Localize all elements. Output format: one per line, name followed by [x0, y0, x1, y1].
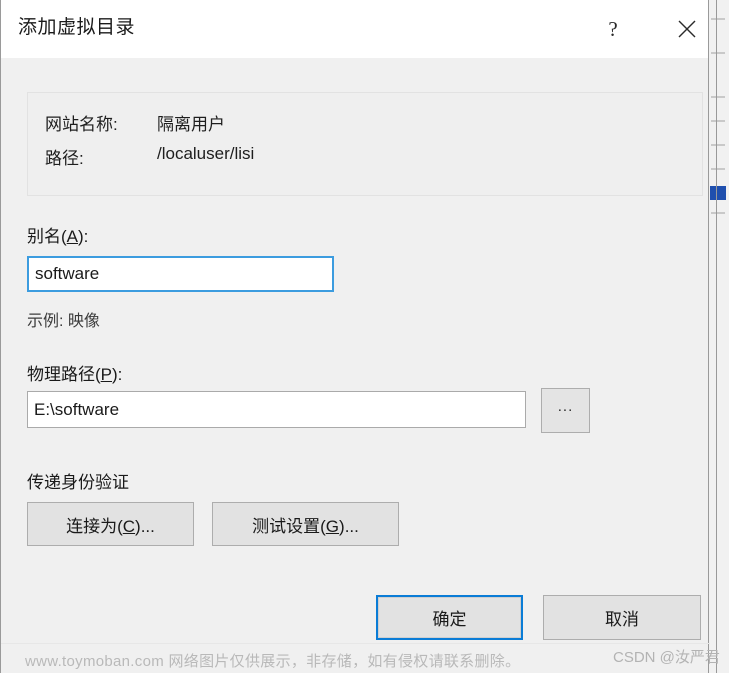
alias-input[interactable]	[27, 256, 334, 292]
background-row	[711, 212, 725, 214]
background-row	[711, 96, 725, 98]
test-settings-label: 测试设置(G)...	[252, 512, 359, 537]
watermark-right: CSDN @汝严君	[613, 649, 720, 666]
pass-through-authentication-heading: 传递身份验证	[27, 473, 129, 492]
ok-button[interactable]: 确定	[376, 595, 523, 640]
background-row	[711, 168, 725, 170]
cancel-button[interactable]: 取消	[543, 595, 701, 640]
background-window-strip	[709, 0, 729, 673]
footer-divider	[1, 643, 710, 644]
physical-path-label-accelerator: P	[100, 365, 113, 384]
connect-as-button[interactable]: 连接为(C)...	[27, 502, 194, 546]
site-info-panel: 网站名称: 隔离用户 路径: /localuser/lisi	[27, 92, 703, 196]
dialog-title: 添加虚拟目录	[18, 17, 136, 38]
physical-path-label-suffix: ):	[112, 365, 123, 384]
alias-label: 别名(A):	[27, 222, 88, 247]
help-button[interactable]: ?	[585, 0, 641, 58]
site-name-value: 隔离用户	[157, 115, 225, 134]
background-row	[711, 144, 725, 146]
browse-folder-button[interactable]: ...	[541, 388, 590, 433]
connect-as-prefix: 连接为(	[66, 516, 123, 536]
connect-as-label: 连接为(C)...	[66, 512, 155, 537]
site-path-row: 路径: /localuser/lisi	[45, 144, 254, 169]
site-path-value: /localuser/lisi	[157, 144, 255, 163]
dialog-body: 网站名称: 隔离用户 路径: /localuser/lisi 别名(A): 示例…	[1, 58, 708, 673]
add-virtual-directory-dialog: 添加虚拟目录 ? 网站名称: 隔离用户 路径: /localuser/lisi …	[0, 0, 720, 673]
test-settings-suffix: )...	[339, 516, 359, 536]
close-button[interactable]	[659, 0, 715, 58]
close-icon	[678, 20, 696, 38]
test-settings-button[interactable]: 测试设置(G)...	[212, 502, 399, 546]
alias-label-prefix: 别名(	[27, 227, 67, 246]
dialog-titlebar[interactable]: 添加虚拟目录 ?	[1, 0, 708, 58]
watermark-left: www.toymoban.com 网络图片仅供展示，非存储，如有侵权请联系删除。	[25, 653, 521, 670]
background-row	[711, 120, 725, 122]
physical-path-input[interactable]	[27, 391, 526, 428]
physical-path-label-prefix: 物理路径(	[27, 365, 101, 384]
site-name-label: 网站名称:	[45, 115, 118, 134]
question-mark-icon: ?	[608, 16, 618, 41]
alias-example-hint: 示例: 映像	[27, 313, 100, 330]
connect-as-suffix: )...	[135, 516, 155, 536]
background-selected-row	[710, 186, 726, 200]
background-divider	[716, 0, 717, 673]
alias-label-accelerator: A	[66, 227, 79, 246]
test-settings-accelerator: G	[325, 516, 340, 536]
site-path-label: 路径:	[45, 149, 84, 168]
physical-path-label: 物理路径(P):	[27, 360, 122, 385]
site-name-row: 网站名称: 隔离用户	[45, 110, 225, 135]
ok-button-label: 确定	[432, 610, 467, 629]
connect-as-accelerator: C	[122, 516, 136, 536]
cancel-button-label: 取消	[605, 610, 639, 629]
test-settings-prefix: 测试设置(	[252, 516, 326, 536]
alias-label-suffix: ):	[78, 227, 89, 246]
ellipsis-icon: ...	[557, 398, 574, 415]
